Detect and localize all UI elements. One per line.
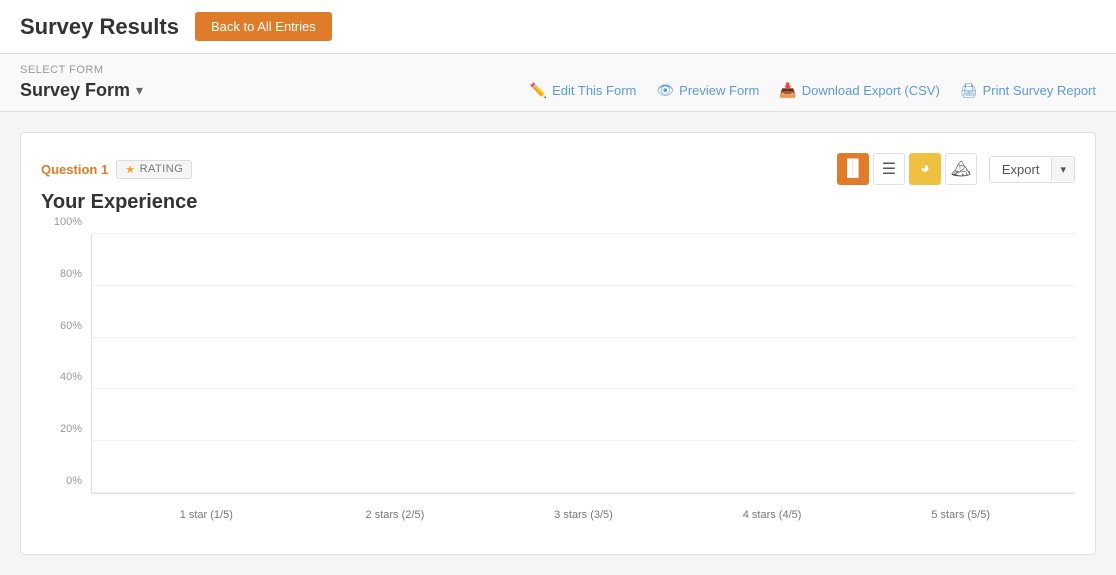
form-actions: ✏️ Edit This Form 👁 Preview Form 📥 Downl… xyxy=(530,82,1096,99)
question-meta: Question 1 ★ RATING xyxy=(41,160,192,179)
question-title: Your Experience xyxy=(41,191,1075,214)
question-header: Question 1 ★ RATING ▐▌ ☰ ◕ 🏔 xyxy=(41,153,1075,185)
y-axis-label: 40% xyxy=(42,371,82,383)
question-number: Question 1 xyxy=(41,162,108,177)
question-card: Question 1 ★ RATING ▐▌ ☰ ◕ 🏔 xyxy=(20,132,1096,555)
y-axis-label: 20% xyxy=(42,423,82,435)
export-label: Export xyxy=(990,157,1052,182)
chart-inner: 100%80%60%40%20%0%1 star (1/5)2 stars (2… xyxy=(91,234,1075,494)
edit-form-link[interactable]: ✏️ Edit This Form xyxy=(530,82,637,99)
print-survey-label: Print Survey Report xyxy=(983,83,1096,98)
preview-form-link[interactable]: 👁 Preview Form xyxy=(656,82,759,99)
download-export-label: Download Export (CSV) xyxy=(802,83,940,98)
download-icon: 📥 xyxy=(779,82,796,99)
back-to-all-entries-button[interactable]: Back to All Entries xyxy=(195,12,332,41)
bar-chart-icon: ▐▌ xyxy=(842,160,865,178)
y-axis-label: 0% xyxy=(42,475,82,487)
bar-x-label: 2 stars (2/5) xyxy=(366,509,425,521)
main-content: Question 1 ★ RATING ▐▌ ☰ ◕ 🏔 xyxy=(0,112,1116,575)
question-type-label: RATING xyxy=(140,163,184,175)
preview-form-label: Preview Form xyxy=(679,83,759,98)
bar-chart-button[interactable]: ▐▌ xyxy=(837,153,869,185)
eye-icon: 👁 xyxy=(656,82,674,99)
print-icon: 🖨 xyxy=(960,82,978,99)
bar-x-label: 1 star (1/5) xyxy=(180,509,233,521)
edit-form-label: Edit This Form xyxy=(552,83,636,98)
page-title: Survey Results xyxy=(20,14,179,40)
y-axis-label: 80% xyxy=(42,268,82,280)
chart-area: 100%80%60%40%20%0%1 star (1/5)2 stars (2… xyxy=(41,234,1075,534)
form-select-row: Survey Form ▾ ✏️ Edit This Form 👁 Previe… xyxy=(20,80,1096,101)
list-icon: ☰ xyxy=(882,159,896,179)
pie-chart-icon: ◕ xyxy=(920,160,930,178)
select-form-label: SELECT FORM xyxy=(20,64,1096,76)
edit-icon: ✏️ xyxy=(530,82,547,99)
bar-x-label: 3 stars (3/5) xyxy=(554,509,613,521)
chevron-down-icon: ▾ xyxy=(136,82,143,99)
image-icon: 🏔 xyxy=(951,159,971,179)
download-export-link[interactable]: 📥 Download Export (CSV) xyxy=(779,82,939,99)
star-icon: ★ xyxy=(125,163,135,176)
image-button[interactable]: 🏔 xyxy=(945,153,977,185)
export-dropdown-arrow[interactable]: ▾ xyxy=(1051,158,1074,181)
form-selector[interactable]: Survey Form ▾ xyxy=(20,80,143,101)
bar-x-label: 5 stars (5/5) xyxy=(931,509,990,521)
export-dropdown: Export ▾ xyxy=(989,156,1075,183)
print-survey-link[interactable]: 🖨 Print Survey Report xyxy=(960,82,1096,99)
y-axis-label: 60% xyxy=(42,320,82,332)
form-select-bar: SELECT FORM Survey Form ▾ ✏️ Edit This F… xyxy=(0,54,1116,112)
top-bar: Survey Results Back to All Entries xyxy=(0,0,1116,54)
bars-container: 1 star (1/5)2 stars (2/5)3 stars (3/5)4 … xyxy=(92,234,1075,493)
pie-chart-button[interactable]: ◕ xyxy=(909,153,941,185)
bar-x-label: 4 stars (4/5) xyxy=(743,509,802,521)
question-type-badge: ★ RATING xyxy=(116,160,192,179)
list-view-button[interactable]: ☰ xyxy=(873,153,905,185)
y-axis-label: 100% xyxy=(42,216,82,228)
chart-controls: ▐▌ ☰ ◕ 🏔 Export ▾ xyxy=(837,153,1075,185)
form-selector-name: Survey Form xyxy=(20,80,130,101)
